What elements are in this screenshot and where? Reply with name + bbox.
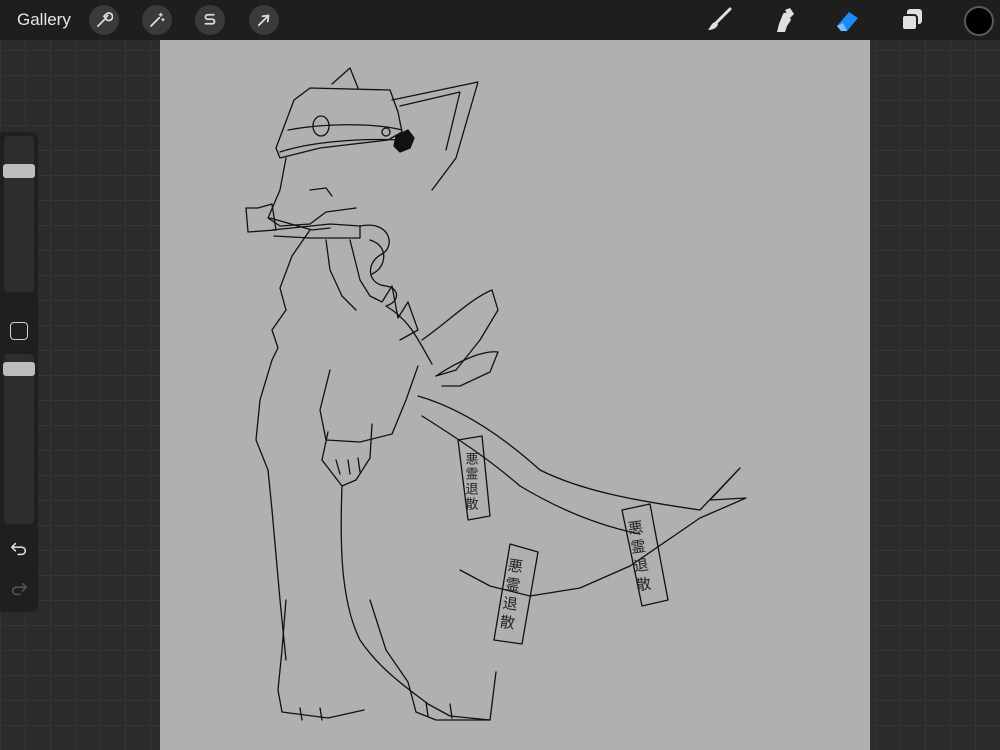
color-picker-button[interactable]	[964, 6, 994, 36]
rope	[359, 224, 433, 365]
svg-text:悪霊退散: 悪霊退散	[625, 519, 653, 597]
smudge-finger-icon	[777, 8, 794, 32]
redo-button[interactable]	[8, 578, 30, 600]
redo-icon	[11, 582, 28, 596]
magic-wand-icon	[150, 12, 165, 27]
arm	[321, 423, 373, 487]
layers-icon	[901, 9, 922, 31]
selection-s-icon	[204, 13, 216, 25]
brush-size-slider[interactable]	[3, 136, 35, 292]
svg-text:悪霊退散: 悪霊退散	[497, 557, 525, 635]
left-ear	[331, 67, 359, 89]
layers-button[interactable]	[897, 5, 927, 35]
smudge-tool-button[interactable]	[768, 5, 798, 35]
adjustments-button[interactable]	[142, 5, 172, 35]
talisman-3: 悪霊退散	[621, 503, 669, 607]
transform-button[interactable]	[249, 5, 279, 35]
paintbrush-icon	[708, 7, 732, 30]
opacity-thumb[interactable]	[3, 362, 35, 376]
brush-size-thumb[interactable]	[3, 164, 35, 178]
eraser-icon	[837, 12, 858, 31]
wrench-icon	[97, 12, 113, 27]
actions-button[interactable]	[89, 5, 119, 35]
undo-button[interactable]	[8, 538, 30, 560]
modify-button[interactable]	[10, 322, 28, 340]
talisman-1: 悪霊退散	[457, 435, 491, 521]
brush-tool-button[interactable]	[704, 5, 734, 35]
arrow-cursor-icon	[257, 14, 270, 27]
gallery-button[interactable]: Gallery	[17, 10, 71, 30]
drawing-canvas[interactable]: 悪霊退散 悪霊退散 悪霊退散	[160, 40, 870, 750]
undo-icon	[10, 542, 27, 556]
talisman-2: 悪霊退散	[493, 543, 539, 645]
opacity-slider[interactable]	[3, 354, 35, 524]
svg-text:悪霊退散: 悪霊退散	[463, 452, 479, 512]
torso	[255, 359, 287, 661]
left-sidebar	[0, 132, 38, 612]
ear-mark	[393, 129, 415, 153]
belly	[340, 485, 491, 721]
eraser-tool-button[interactable]	[832, 5, 862, 35]
neck-fur	[271, 229, 311, 361]
line-art-drawing: 悪霊退散 悪霊退散 悪霊退散	[245, 67, 747, 721]
head	[267, 157, 357, 227]
top-toolbar: Gallery	[0, 0, 1000, 40]
right-leg	[369, 599, 497, 721]
selection-button[interactable]	[195, 5, 225, 35]
